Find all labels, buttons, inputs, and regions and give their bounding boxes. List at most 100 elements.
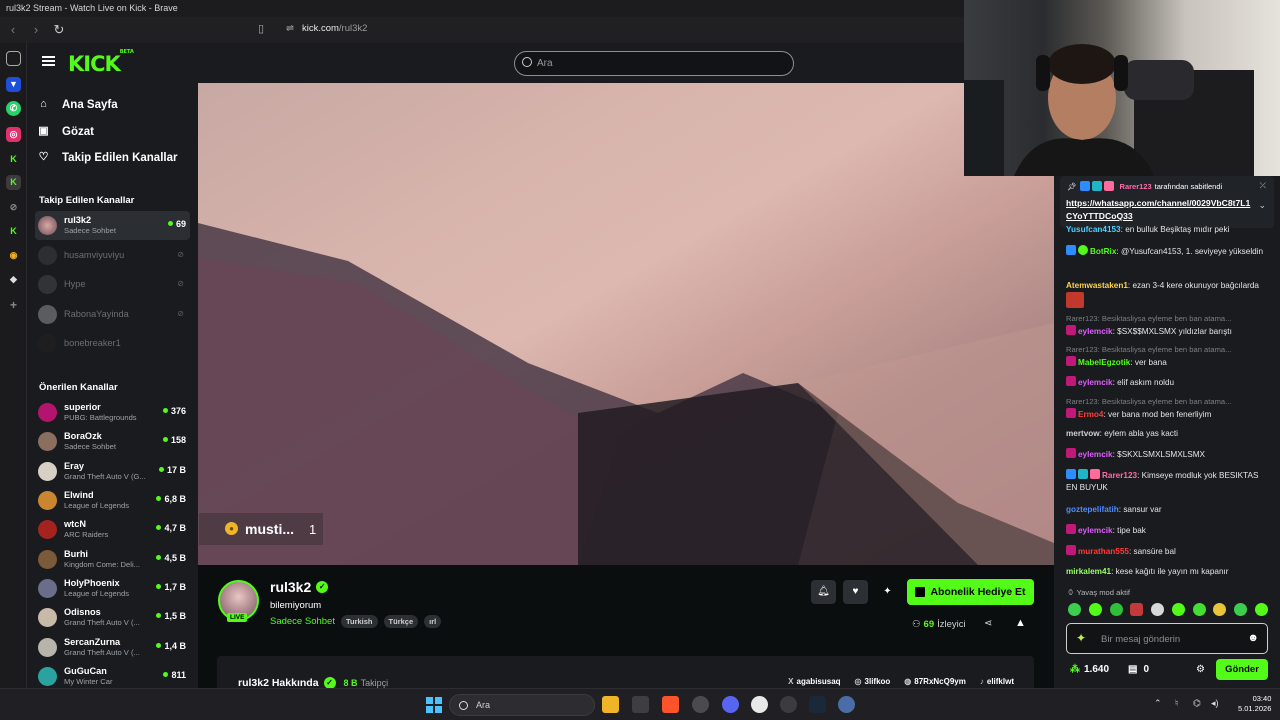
windows-start-icon[interactable]	[426, 697, 442, 713]
site-info-icon[interactable]: ⇌	[286, 23, 294, 34]
kick-small-icon[interactable]: K	[6, 224, 21, 239]
sparkle-icon[interactable]: ✦	[1076, 631, 1086, 645]
video-player[interactable]	[198, 83, 1054, 565]
nav-following[interactable]: ♡ Takip Edilen Kanallar	[37, 151, 178, 164]
reply-context[interactable]: Rarer123: Besiktasliysa eyleme ben ban a…	[1066, 344, 1272, 356]
wallet-icon[interactable]: ◉	[6, 248, 21, 263]
social-link-x[interactable]: Xagabisusaq	[788, 677, 840, 686]
chat-username[interactable]: MabelEgzotik	[1078, 358, 1130, 367]
recommended-channel[interactable]: GuGuCan My Winter Car 811	[35, 662, 190, 691]
emote-icon[interactable]	[1213, 603, 1227, 616]
stream-category[interactable]: Sadece Sohbet	[270, 616, 335, 627]
settings-icon[interactable]	[838, 696, 855, 713]
recommended-channel[interactable]: Elwind League of Legends 6,8 B	[35, 486, 190, 515]
recommended-channel[interactable]: superior PUBG: Battlegrounds 376	[35, 398, 190, 427]
chat-input[interactable]: ✦ Bir mesaj gönderin ☻	[1066, 623, 1268, 654]
unpin-icon[interactable]: ⤫	[1260, 181, 1266, 191]
chat-username[interactable]: mertvow	[1066, 429, 1100, 438]
emote-icon[interactable]	[1254, 603, 1268, 616]
emote-icon[interactable]	[1109, 603, 1123, 616]
back-icon[interactable]: ‹	[3, 20, 23, 40]
chat-username[interactable]: murathan555	[1078, 547, 1129, 556]
emoji-picker-icon[interactable]: ☻	[1247, 632, 1259, 644]
chat-username[interactable]: eylemcik	[1078, 327, 1113, 336]
emote-icon[interactable]	[1192, 603, 1206, 616]
chat-username[interactable]: Ermo4	[1078, 410, 1103, 419]
nav-browse[interactable]: ▣ Gözat	[37, 125, 94, 138]
vpn-icon[interactable]: ▼	[6, 77, 21, 92]
social-link-tiktok[interactable]: ♪ elifklwt	[980, 677, 1014, 686]
recommended-channel[interactable]: HolyPhoenix League of Legends 1,7 B	[35, 574, 190, 603]
chevron-down-icon[interactable]: ⌄	[1258, 200, 1266, 211]
steam-icon[interactable]	[809, 696, 826, 713]
chat-username[interactable]: eylemcik	[1078, 378, 1113, 387]
file-explorer-icon[interactable]	[602, 696, 619, 713]
taskbar-search[interactable]: Ara	[449, 694, 595, 716]
chat-username[interactable]: mirkalem41	[1066, 567, 1111, 576]
volume-icon[interactable]: ◂)	[1211, 698, 1219, 709]
social-link-discord[interactable]: ◍ 87RxNcQ9ym	[904, 677, 966, 686]
gift-subscription-button[interactable]: Abonelik Hediye Et	[907, 579, 1034, 605]
brave-icon[interactable]	[662, 696, 679, 713]
mic-icon[interactable]: ♮	[1175, 698, 1178, 709]
store-icon[interactable]	[632, 696, 649, 713]
emote-icon[interactable]	[1130, 603, 1144, 616]
follow-heart-icon[interactable]: ♥	[843, 580, 868, 604]
search-input[interactable]: Ara	[514, 51, 794, 76]
instagram-icon[interactable]: ◎	[6, 127, 21, 142]
mute-icon[interactable]: ⊘	[6, 200, 21, 215]
emote-icon[interactable]	[1171, 603, 1185, 616]
send-button[interactable]: Gönder	[1216, 659, 1268, 680]
tray-chevron-icon[interactable]: ⌃	[1154, 698, 1162, 709]
reply-context[interactable]: Rarer123: Besiktasliysa eyleme ben ban a…	[1066, 313, 1272, 325]
reload-icon[interactable]: ↻	[49, 20, 69, 40]
bookmark-icon[interactable]: ▯	[258, 22, 270, 36]
whatsapp-icon[interactable]: ✆	[6, 101, 21, 116]
app-icon[interactable]	[780, 696, 797, 713]
pinned-link[interactable]: https://whatsapp.com/channel/0029VbC8t7L…	[1066, 197, 1256, 223]
recommended-channel[interactable]: Eray Grand Theft Auto V (G... 17 B	[35, 457, 190, 486]
followed-channel[interactable]: bonebreaker1	[35, 329, 190, 358]
followed-channel[interactable]: rul3k2 Sadece Sohbet 69	[35, 211, 190, 240]
stream-tag[interactable]: Turkish	[340, 615, 378, 628]
chat-username[interactable]: Yusufcan4153	[1066, 225, 1121, 234]
forward-icon[interactable]: ›	[26, 20, 46, 40]
emote-icon[interactable]	[1088, 603, 1102, 616]
clock[interactable]: 03:40 5.01.2026	[1238, 694, 1271, 714]
stream-tag[interactable]: Türkçe	[383, 615, 419, 628]
add-panel-icon[interactable]: +	[6, 298, 21, 313]
chat-settings-icon[interactable]: ⚙	[1196, 664, 1205, 675]
sidebar-panel-icon[interactable]	[6, 51, 21, 66]
stream-tag[interactable]: ırl	[424, 615, 442, 628]
address-bar[interactable]: ⇌ kick.com/rul3k2	[286, 23, 367, 34]
chat-username[interactable]: Atemwastaken1	[1066, 281, 1128, 290]
followed-channel[interactable]: Hype ⊘	[35, 270, 190, 299]
share-icon[interactable]: ⋖	[984, 618, 992, 629]
kick-active-icon[interactable]: K	[6, 175, 21, 190]
reply-context[interactable]: Rarer123: Besiktasliysa eyleme ben ban a…	[1066, 396, 1272, 408]
pinned-message[interactable]: 📌︎ Rarer123 tarafından sabitlendi https://…	[1060, 176, 1274, 228]
chat-username[interactable]: goztepelifatih	[1066, 505, 1119, 514]
chat-username[interactable]: eylemcik	[1078, 526, 1113, 535]
emote-icon[interactable]	[1234, 603, 1248, 616]
followed-channel[interactable]: husamviyuviyu ⊘	[35, 241, 190, 270]
emote-icon[interactable]	[1151, 603, 1165, 616]
recommended-channel[interactable]: wtcN ARC Raiders 4,7 B	[35, 515, 190, 544]
channel-points[interactable]: ⁂ 1.640	[1070, 664, 1109, 675]
chat-username[interactable]: eylemcik	[1078, 450, 1113, 459]
obs-icon[interactable]	[751, 696, 768, 713]
nav-home[interactable]: ⌂ Ana Sayfa	[37, 98, 117, 111]
notification-bell-icon[interactable]: 🔔︎	[811, 580, 836, 604]
social-link-instagram[interactable]: ◎ 3lifkoo	[855, 677, 891, 686]
chat-username[interactable]: Rarer123	[1102, 471, 1137, 480]
report-icon[interactable]: ▲	[1015, 617, 1026, 629]
recommended-channel[interactable]: BoraOzk Sadece Sohbet 158	[35, 427, 190, 456]
streamer-name[interactable]: rul3k2 ✓	[270, 579, 329, 595]
menu-icon[interactable]	[42, 56, 55, 66]
extension-icon[interactable]: ◆	[6, 272, 21, 287]
recommended-channel[interactable]: Burhi Kingdom Come: Deli... 4,5 B	[35, 545, 190, 574]
network-icon[interactable]: ⌬	[1193, 698, 1201, 709]
discord-icon[interactable]	[722, 696, 739, 713]
recommended-channel[interactable]: Odisnos Grand Theft Auto V (... 1,5 B	[35, 603, 190, 632]
gift-count[interactable]: ▤ 0	[1128, 664, 1149, 675]
